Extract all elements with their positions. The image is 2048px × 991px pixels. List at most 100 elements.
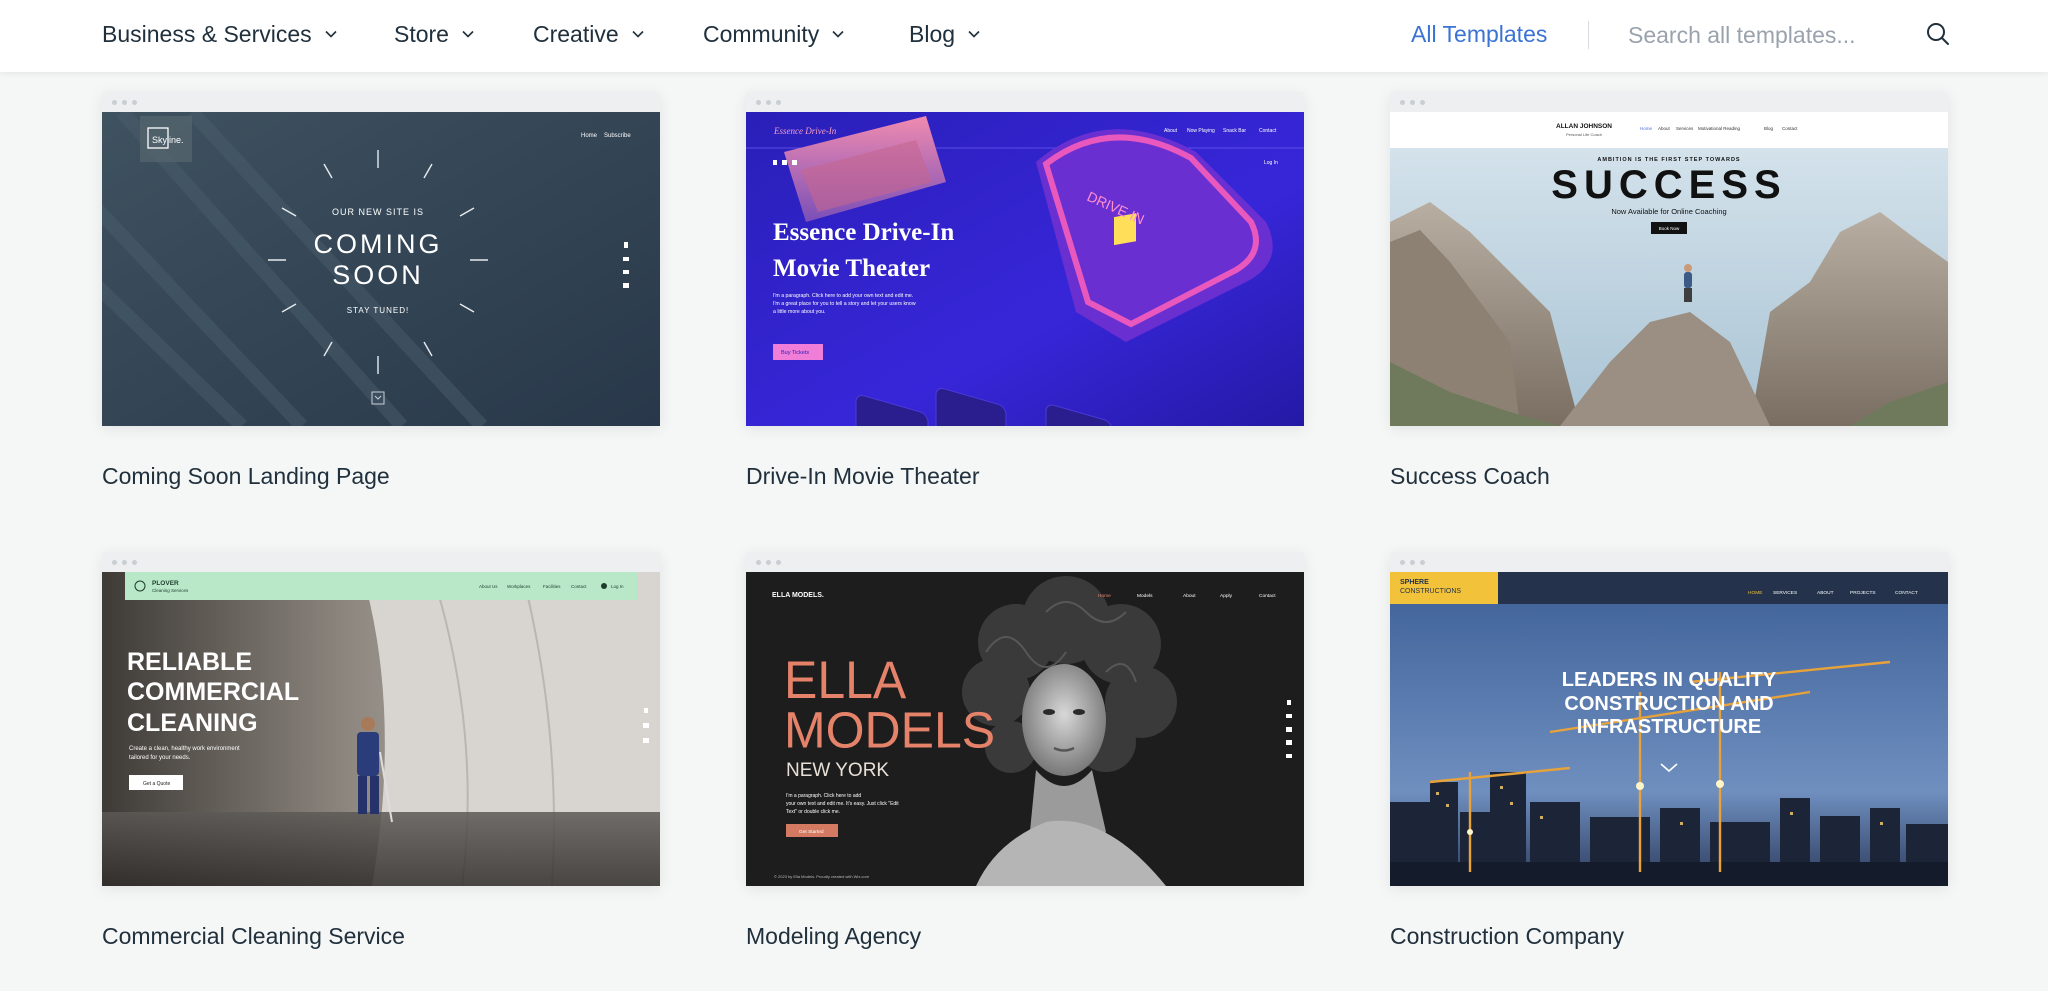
search-icon[interactable] [1924, 20, 1952, 48]
browser-chrome [1390, 552, 1948, 572]
template-title[interactable]: Commercial Cleaning Service [102, 923, 405, 950]
preview-nav-link: Apply [1220, 593, 1233, 599]
preview-headline: Movie Theater [773, 255, 930, 282]
template-card-drive-in[interactable]: Essence Drive-In About Now Playing Snack… [746, 92, 1304, 489]
preview-nav-link: Contact [1782, 126, 1798, 131]
template-thumbnail[interactable]: Essence Drive-In About Now Playing Snack… [746, 92, 1304, 426]
preview-kicker: OUR NEW SITE IS [332, 207, 424, 217]
chevron-down-icon [832, 30, 844, 38]
chevron-down-icon [968, 30, 980, 38]
top-navigation-bar: Business & Services Store Creative Commu… [0, 0, 2048, 72]
template-title[interactable]: Coming Soon Landing Page [102, 463, 390, 490]
chevron-down-icon [462, 30, 474, 38]
nav-divider [1588, 21, 1589, 49]
template-thumbnail[interactable]: PLOVER Cleaning Services About Us Workpl… [102, 552, 660, 886]
template-card-coming-soon[interactable]: Skyline. Home Subscribe OUR NEW SITE IS … [102, 92, 660, 489]
template-card-success-coach[interactable]: ALLAN JOHNSON Personal Life Coach Home A… [1390, 92, 1948, 489]
browser-chrome [102, 92, 660, 112]
template-title[interactable]: Construction Company [1390, 923, 1624, 950]
preview-body-line: Text" or double click me. [786, 809, 840, 815]
preview-nav-link: Contact [571, 584, 587, 589]
preview-cta: Buy Tickets [781, 350, 809, 356]
preview-logo: Essence Drive-In [773, 126, 837, 136]
preview-nav-link: Subscribe [604, 133, 631, 139]
preview-logo: Skyline. [152, 135, 184, 145]
preview-brand: ELLA MODELS. [772, 592, 824, 599]
preview-headline: MODELS [784, 701, 995, 759]
preview-nav-link: Now Playing [1187, 128, 1215, 134]
preview-headline: INFRASTRUCTURE [1577, 716, 1761, 738]
drive-in-preview: Essence Drive-In About Now Playing Snack… [746, 112, 1304, 426]
template-thumbnail[interactable]: SPHERE CONSTRUCTIONS HOME SERVICES ABOUT… [1390, 552, 1948, 886]
preview-headline: SOON [332, 260, 424, 290]
preview-brand: CONSTRUCTIONS [1400, 588, 1461, 595]
preview-nav-link: Contact [1259, 128, 1277, 134]
preview-nav-link: ABOUT [1817, 590, 1834, 596]
preview-brand: SPHERE [1400, 579, 1429, 586]
template-card-commercial-cleaning[interactable]: PLOVER Cleaning Services About Us Workpl… [102, 552, 660, 949]
nav-item-label: Community [703, 21, 820, 47]
preview-headline: Essence Drive-In [773, 219, 954, 246]
preview-nav-link: PROJECTS [1850, 590, 1876, 596]
preview-nav-link: Contact [1259, 593, 1276, 599]
preview-tagline: STAY TUNED! [347, 306, 409, 315]
preview-headline: COMING [314, 229, 443, 259]
template-thumbnail[interactable]: Skyline. Home Subscribe OUR NEW SITE IS … [102, 92, 660, 426]
template-card-modeling-agency[interactable]: ELLA MODELS. Home Models About Apply Con… [746, 552, 1304, 949]
nav-item-community[interactable]: Community [703, 21, 844, 48]
preview-nav-link: Home [1640, 126, 1653, 131]
template-title[interactable]: Modeling Agency [746, 923, 921, 950]
preview-login: Log In [1264, 160, 1278, 166]
preview-body-line: I'm a great place for you to tell a stor… [773, 301, 916, 307]
preview-headline: CLEANING [127, 709, 258, 737]
preview-headline: RELIABLE [127, 648, 252, 676]
preview-nav-link: Log In [611, 584, 624, 589]
preview-body-line: your own text and edit me. It's easy. Ju… [786, 801, 899, 807]
chevron-down-icon [632, 30, 644, 38]
preview-body-line: I'm a paragraph. Click here to add [786, 793, 861, 799]
preview-headline: SUCCESS [1551, 163, 1786, 207]
nav-item-blog[interactable]: Blog [909, 21, 980, 48]
preview-headline: CONSTRUCTION AND [1564, 693, 1773, 715]
template-title[interactable]: Success Coach [1390, 463, 1550, 490]
template-thumbnail[interactable]: ALLAN JOHNSON Personal Life Coach Home A… [1390, 92, 1948, 426]
all-templates-link[interactable]: All Templates [1411, 21, 1547, 48]
browser-chrome [746, 92, 1304, 112]
template-thumbnail[interactable]: ELLA MODELS. Home Models About Apply Con… [746, 552, 1304, 886]
nav-item-creative[interactable]: Creative [533, 21, 644, 48]
preview-cta: Get Started [799, 829, 824, 835]
preview-headline: LEADERS IN QUALITY [1562, 669, 1777, 691]
preview-cta: Book Now [1659, 226, 1680, 231]
preview-nav-link: About [1658, 126, 1671, 131]
nav-item-business-services[interactable]: Business & Services [102, 21, 337, 48]
template-card-construction[interactable]: SPHERE CONSTRUCTIONS HOME SERVICES ABOUT… [1390, 552, 1948, 949]
preview-body-line: a little more about you. [773, 309, 825, 315]
chevron-down-icon [325, 30, 337, 38]
preview-nav-link: CONTACT [1895, 590, 1918, 596]
browser-chrome [102, 552, 660, 572]
template-title[interactable]: Drive-In Movie Theater [746, 463, 980, 490]
preview-nav-link: Home [581, 133, 598, 139]
preview-nav-link: Services [1676, 126, 1694, 131]
nav-item-label: Creative [533, 21, 619, 47]
success-coach-preview: ALLAN JOHNSON Personal Life Coach Home A… [1390, 112, 1948, 426]
preview-nav-link: About [1164, 128, 1178, 134]
preview-cta: Get a Quote [143, 781, 170, 787]
preview-sub: Now Available for Online Coaching [1611, 207, 1726, 216]
nav-item-label: Blog [909, 21, 956, 47]
preview-nav-link: Facilities [543, 584, 561, 589]
nav-item-label: Store [394, 21, 449, 47]
preview-brand: PLOVER [152, 580, 179, 587]
preview-nav-link: About [1183, 593, 1196, 599]
preview-nav-link: Motivational Reading [1698, 126, 1741, 131]
nav-item-store[interactable]: Store [394, 21, 474, 48]
preview-body-line: tailored for your needs. [129, 755, 191, 761]
preview-brand: ALLAN JOHNSON [1556, 123, 1612, 130]
preview-nav-link: Models [1137, 593, 1153, 599]
preview-brand-sub: Cleaning Services [152, 588, 189, 593]
preview-nav-link: Snack Bar [1223, 128, 1246, 134]
commercial-cleaning-preview: PLOVER Cleaning Services About Us Workpl… [102, 572, 660, 886]
preview-body-line: I'm a paragraph. Click here to add your … [773, 293, 913, 299]
search-input[interactable] [1628, 18, 1888, 52]
preview-nav-link: About Us [479, 584, 498, 589]
